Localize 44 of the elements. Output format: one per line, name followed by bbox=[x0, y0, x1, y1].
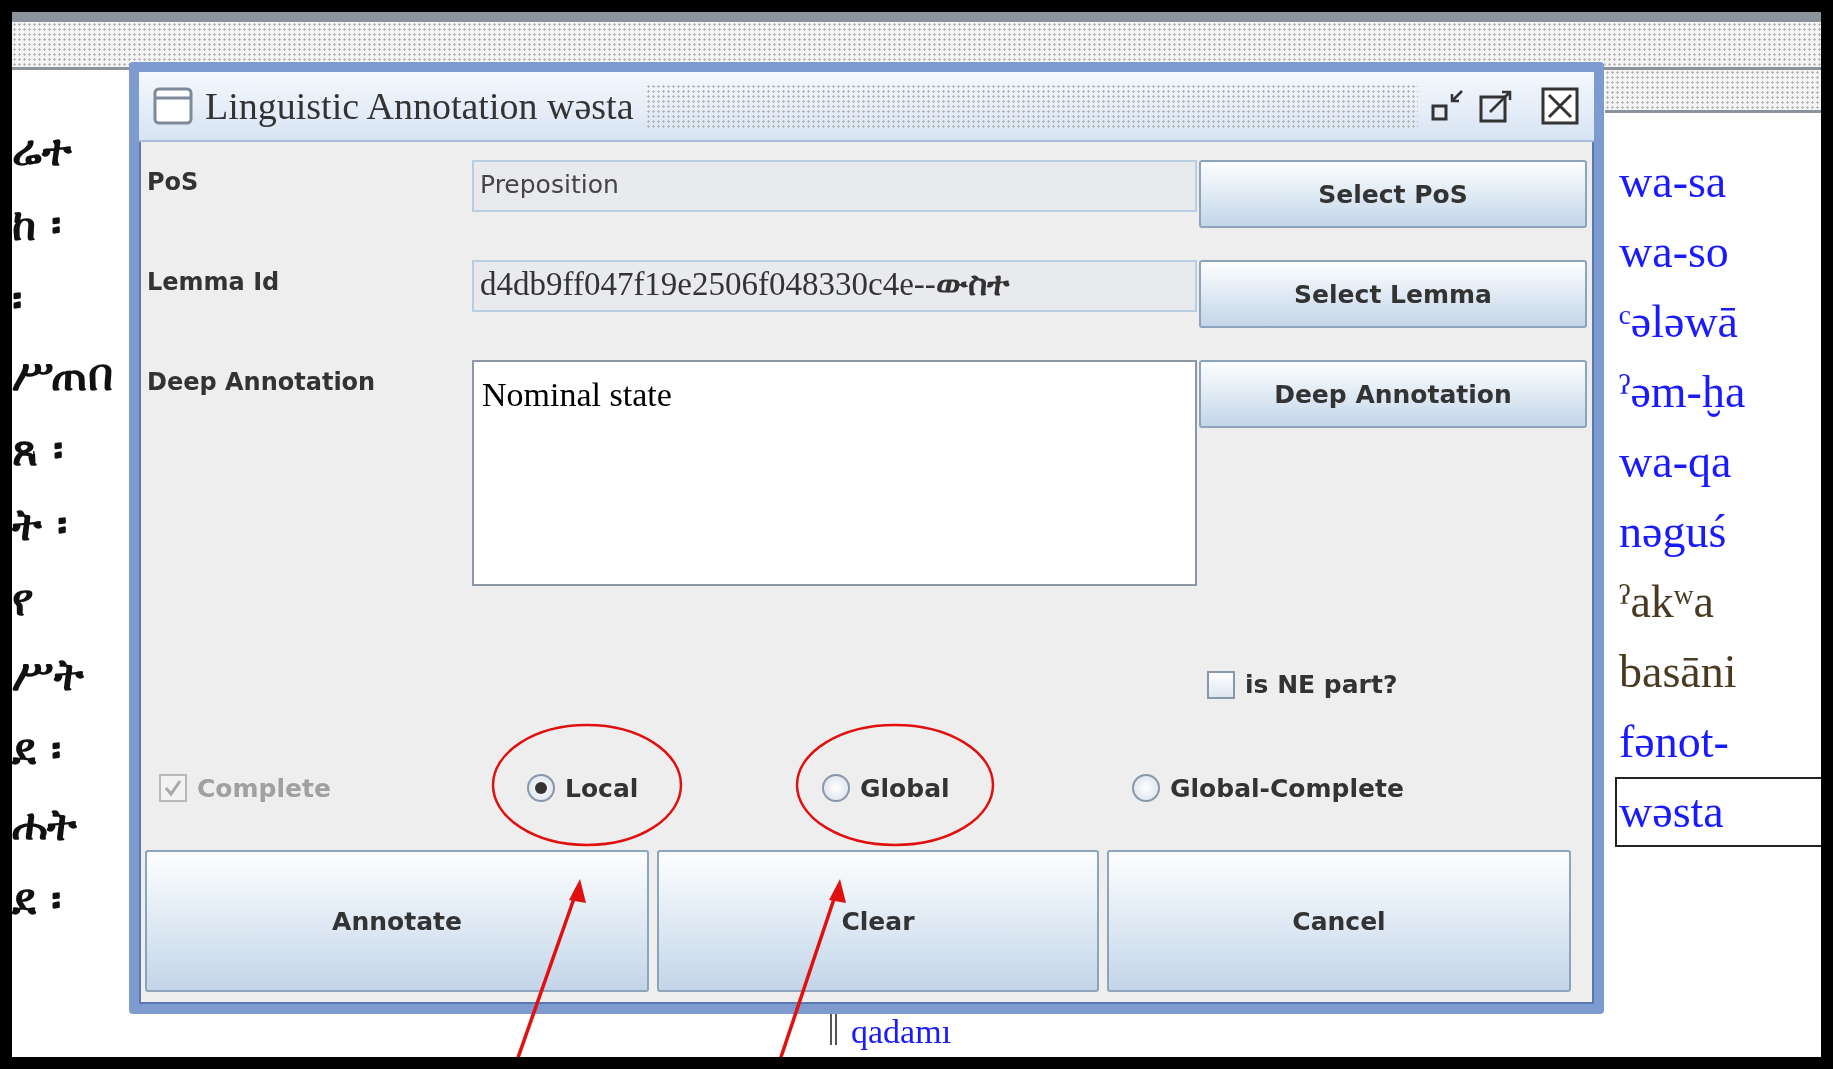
transliteration-word[interactable]: basāni bbox=[1615, 637, 1821, 707]
dialog-title: Linguistic Annotation wəsta bbox=[205, 84, 634, 128]
ethiopic-text-line: ከ ፡ bbox=[12, 198, 63, 252]
dialog-button[interactable]: Annotate bbox=[145, 850, 649, 992]
transliteration-word[interactable]: ᶜələwā bbox=[1615, 287, 1821, 357]
select-button[interactable]: Deep Annotation bbox=[1199, 360, 1587, 428]
minimize-icon[interactable] bbox=[1430, 88, 1466, 124]
transliteration-word[interactable]: wa-sa bbox=[1615, 147, 1821, 217]
check-icon bbox=[163, 778, 183, 798]
ethiopic-text-line: ሥጠበ bbox=[12, 348, 114, 402]
close-icon[interactable] bbox=[1540, 86, 1580, 126]
input-field[interactable]: Preposition bbox=[472, 160, 1197, 212]
field-label: Deep Annotation bbox=[147, 367, 377, 396]
checkbox[interactable]: is NE part? bbox=[1207, 670, 1398, 699]
select-button[interactable]: Select Lemma bbox=[1199, 260, 1587, 328]
transliteration-word[interactable]: nəguś bbox=[1615, 497, 1821, 567]
field-label: PoS bbox=[147, 167, 200, 196]
transliteration-word[interactable]: wəsta bbox=[1615, 777, 1821, 847]
window-icon bbox=[153, 87, 193, 125]
transliteration-word[interactable]: wa-so bbox=[1615, 217, 1821, 287]
ethiopic-text-line: ፡ bbox=[12, 273, 23, 327]
transliteration-word: qadamı bbox=[851, 1012, 952, 1052]
transliteration-word[interactable]: wa-qa bbox=[1615, 427, 1821, 497]
ethiopic-text-line: ደ ፡ bbox=[12, 723, 63, 777]
radio-button[interactable]: Global bbox=[822, 773, 1132, 803]
ethiopic-text-line: ሬተ bbox=[12, 123, 73, 177]
transliteration-word[interactable]: ˀakʷa bbox=[1615, 567, 1821, 637]
transliteration-word[interactable]: fənot- bbox=[1615, 707, 1821, 777]
radio-button[interactable]: Local bbox=[527, 773, 822, 803]
transliteration-word[interactable]: ˀəm-ḫa bbox=[1615, 357, 1821, 427]
ethiopic-text-line: የ bbox=[12, 573, 34, 627]
input-field[interactable]: d4db9ff047f19e2506f048330c4e--ውስተ bbox=[472, 260, 1197, 312]
dialog-button[interactable]: Cancel bbox=[1107, 850, 1571, 992]
maximize-icon[interactable] bbox=[1478, 88, 1514, 124]
select-button[interactable]: Select PoS bbox=[1199, 160, 1587, 228]
ethiopic-text-line: ሥት bbox=[12, 648, 85, 702]
dialog-button[interactable]: Clear bbox=[657, 850, 1099, 992]
radio-button[interactable]: Global-Complete bbox=[1132, 773, 1602, 803]
text-area[interactable]: Nominal state bbox=[472, 360, 1197, 586]
ethiopic-text-line: ት ፡ bbox=[12, 498, 69, 552]
field-label: Lemma Id bbox=[147, 267, 281, 296]
ethiopic-text-line: ሐት bbox=[12, 798, 78, 852]
ethiopic-text-line: ጸ ፡ bbox=[12, 423, 65, 477]
ethiopic-text-line: ደ ፡ bbox=[12, 873, 63, 927]
